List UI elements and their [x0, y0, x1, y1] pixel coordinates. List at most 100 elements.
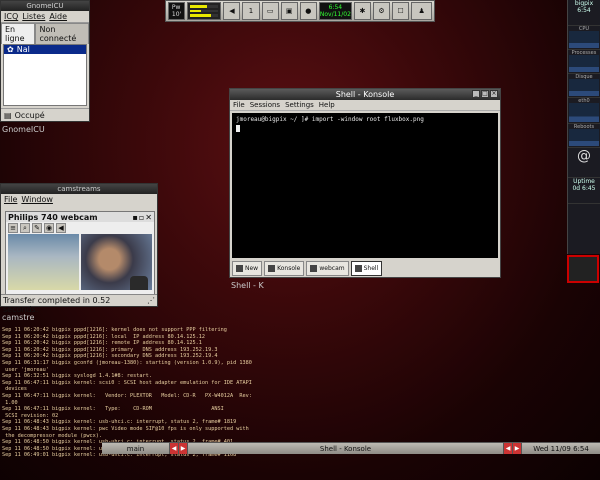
- log-line: Sep 11 06:48:43 bigpix kernel: pwc Video…: [2, 425, 249, 432]
- monitor-icon[interactable]: ▭: [261, 2, 279, 20]
- menu-sessions[interactable]: Sessions: [250, 101, 280, 109]
- net-chart: eth0: [568, 98, 600, 124]
- list-icon[interactable]: ≡: [8, 223, 18, 233]
- menubar: File Window: [1, 194, 157, 205]
- edit-icon[interactable]: ✎: [32, 223, 42, 233]
- menubar: File Sessions Settings Help: [230, 100, 500, 111]
- reboot-label: Reboots: [573, 124, 595, 130]
- computer-icon[interactable]: ▣: [280, 2, 298, 20]
- webcam-toolbar: ≡ ⌕ ✎ ◉ ◀: [6, 222, 154, 234]
- status-label: Occupé: [14, 111, 45, 120]
- close-icon[interactable]: ✕: [145, 213, 152, 222]
- close-icon[interactable]: ×: [490, 90, 498, 98]
- clock-date: Nov/11/02: [319, 11, 351, 18]
- log-line: user 'jmoreau': [2, 366, 49, 373]
- active-window-label[interactable]: Shell - Konsole: [188, 443, 504, 454]
- tux-icon[interactable]: ♟: [411, 2, 433, 20]
- terminal-icon: [354, 265, 362, 272]
- session-tabs: New Konsole webcam Shell: [232, 261, 383, 276]
- counter: 1: [242, 2, 260, 20]
- camstream-window: camstreams File Window Philips 740 webca…: [0, 183, 158, 314]
- konsole-icon-label[interactable]: Shell - K: [231, 281, 264, 290]
- back-icon[interactable]: ◀: [56, 223, 66, 233]
- cpu-chart: CPU: [568, 26, 600, 50]
- globe-icon[interactable]: ●: [299, 2, 317, 20]
- terminal-cursor: [236, 125, 240, 132]
- zoom-icon[interactable]: ⌕: [20, 223, 30, 233]
- status-selector[interactable]: ▤ Occupé: [1, 108, 89, 122]
- window-title: camstreams: [1, 184, 157, 194]
- terminal-icon: [268, 265, 276, 272]
- prev-window-icon[interactable]: ◀: [504, 443, 513, 454]
- tab-shell[interactable]: Shell: [350, 261, 383, 276]
- window-title: Shell - Konsole _ □ ×: [230, 89, 500, 100]
- load-bars: [187, 2, 222, 20]
- menu-window[interactable]: Window: [21, 195, 53, 204]
- window-icon[interactable]: ☐: [392, 2, 410, 20]
- maximize-icon[interactable]: ▫: [139, 213, 144, 222]
- maximize-icon[interactable]: □: [481, 90, 489, 98]
- system-log: Sep 11 06:20:42 bigpix pppd[1216]: kerne…: [2, 327, 332, 459]
- contact-tabs: En ligne Non connecté: [1, 23, 89, 44]
- menu-file[interactable]: File: [233, 101, 245, 109]
- gear-icon[interactable]: ⚙: [372, 2, 391, 20]
- camera-icon[interactable]: ◉: [44, 223, 54, 233]
- log-line: Sep 11 06:47:11 bigpix kernel: Vendor: P…: [2, 392, 252, 399]
- log-line: Sep 11 06:20:42 bigpix pppd[1216]: kerne…: [2, 327, 227, 333]
- proc-chart: Processes: [568, 50, 600, 74]
- terminal[interactable]: jmoreau@bigpix ~/ ]# import -window root…: [232, 113, 498, 258]
- resize-grip-icon[interactable]: ⋰: [147, 296, 155, 305]
- tab-new[interactable]: New: [232, 261, 263, 276]
- new-session-icon: [236, 265, 243, 272]
- menu-icq[interactable]: ICQ: [4, 12, 18, 21]
- flower-icon: ✿: [7, 45, 14, 54]
- log-line: Sep 11 06:31:17 bigpix gconfd (jmoreau-1…: [2, 359, 252, 366]
- log-line: 1.00: [2, 399, 18, 406]
- menu-listes[interactable]: Listes: [22, 12, 45, 21]
- menu-help[interactable]: Help: [319, 101, 335, 109]
- workspace-label[interactable]: main: [102, 443, 170, 454]
- gnomeicu-icon-label[interactable]: GnomeICU: [2, 125, 45, 134]
- konsole-window: Shell - Konsole _ □ × File Sessions Sett…: [229, 88, 501, 278]
- mail-icon[interactable]: @: [568, 148, 600, 178]
- tab-online[interactable]: En ligne: [1, 23, 36, 44]
- menu-aide[interactable]: Aide: [49, 12, 67, 21]
- webcam-title: Philips 740 webcam: [8, 212, 98, 222]
- menu-file[interactable]: File: [4, 195, 17, 204]
- log-line: Sep 11 06:47:11 bigpix kernel: scsi0 : S…: [2, 379, 252, 386]
- tab-webcam[interactable]: webcam: [306, 261, 349, 276]
- next-window-icon[interactable]: ▶: [513, 443, 522, 454]
- status-bar: Transfer completed in 0.52 seconds. ⋰: [1, 294, 157, 314]
- minimize-icon[interactable]: ▪: [132, 213, 137, 222]
- uptime-panel: Uptime 0d 6:45: [568, 178, 600, 204]
- taskbar: main ◀ ▶ Shell - Konsole ◀ ▶ Wed 11/09 6…: [102, 442, 600, 454]
- contact-item[interactable]: ✿ Nal: [4, 45, 86, 54]
- window-title: GnomeICU: [1, 1, 89, 11]
- system-monitor: bigpix 6:54 CPU Processes Disque eth0 Re…: [567, 0, 600, 254]
- log-line: Sep 11 06:20:42 bigpix pppd[1216]: prima…: [2, 346, 218, 353]
- proc-label: Processes: [571, 50, 597, 56]
- camstream-icon-label[interactable]: camstre: [2, 313, 34, 322]
- clock-time: 6:54: [328, 4, 343, 11]
- gnomeicu-window: GnomeICU ICQ Listes Aide En ligne Non co…: [0, 0, 90, 122]
- workspace-pager[interactable]: [567, 255, 599, 283]
- speaker-icon[interactable]: ◀: [223, 2, 241, 20]
- tab-offline[interactable]: Non connecté: [35, 23, 89, 44]
- terminal-icon: [310, 265, 318, 272]
- menubar: ICQ Listes Aide: [1, 11, 89, 23]
- settings-icon[interactable]: ✱: [353, 2, 371, 20]
- uptime-label: Uptime: [573, 178, 595, 185]
- webcam-frame-right: [81, 234, 152, 290]
- prev-workspace-icon[interactable]: ◀: [170, 443, 179, 454]
- log-line: Sep 11 06:47:11 bigpix kernel: Type: CD-…: [2, 406, 224, 413]
- tab-label: Shell: [363, 265, 379, 272]
- log-line: Sep 11 06:48:43 bigpix kernel: usb-uhci.…: [2, 419, 237, 426]
- terminal-prompt: jmoreau@bigpix ~/ ]# import -window root…: [236, 116, 424, 123]
- tab-konsole[interactable]: Konsole: [264, 261, 305, 276]
- window-title-text: Shell - Konsole: [335, 90, 395, 99]
- cpu-label: CPU: [578, 26, 590, 32]
- next-workspace-icon[interactable]: ▶: [179, 443, 188, 454]
- menu-settings[interactable]: Settings: [285, 101, 314, 109]
- minimize-icon[interactable]: _: [472, 90, 480, 98]
- webcam-frame-left: [8, 234, 79, 290]
